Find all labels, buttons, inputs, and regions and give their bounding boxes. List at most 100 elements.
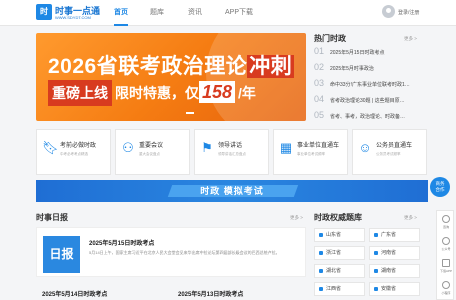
province-tile[interactable]: 湖南省	[369, 264, 420, 278]
card-sub: 中考必考考点精选	[60, 152, 88, 156]
tool-label: 咨询	[442, 225, 449, 229]
feature-title: 2025年5月15日时政考点	[89, 241, 155, 247]
daily-report-icon: 日报	[43, 236, 80, 273]
card-civil-servant[interactable]: ☺ 公务员直通车 公务员考试频率	[352, 129, 427, 175]
province-tile[interactable]: 河南省	[369, 246, 420, 260]
banner-headline-highlight: 冲刺	[247, 55, 295, 78]
side-toolbar: 咨询 公众号 下载APP 小程序	[436, 210, 454, 300]
province-label: 湖南省	[381, 268, 397, 274]
promo-banner[interactable]: 2026省联考政治理论冲刺 重磅上线 限时特惠，仅 158/年	[36, 33, 306, 121]
card-sub: 公务员考试频率	[376, 152, 401, 156]
card-exam-must[interactable]: 🔖︎ 考前必做时政 中考必考考点精选	[36, 129, 111, 175]
card-title: 考前必做时政	[60, 143, 97, 149]
download-app-button[interactable]: 下载APP	[437, 257, 455, 277]
province-tile[interactable]: 山东省	[314, 228, 365, 242]
wechat-icon	[442, 237, 450, 245]
hot-more-link[interactable]: 更多 >	[404, 36, 417, 42]
banner-price: 158	[199, 81, 236, 103]
list-item[interactable]: 02 2025年5月时事政治	[314, 62, 420, 75]
list-index: 03	[314, 78, 325, 88]
province-tile[interactable]: 广东省	[369, 228, 420, 242]
fab-line: 合作	[435, 186, 445, 192]
nav-item-home[interactable]: 首页	[114, 0, 128, 26]
list-text: 2025年5月时事政治	[330, 66, 374, 72]
mini-program-icon	[442, 281, 450, 289]
carousel-indicator[interactable]	[186, 112, 194, 114]
news-link[interactable]: 2025年5月13日时政考点	[178, 289, 243, 298]
province-label: 山东省	[326, 232, 342, 238]
list-index: 05	[314, 110, 325, 120]
banner-unit: /年	[238, 85, 256, 101]
province-label: 广东省	[381, 232, 397, 238]
province-tile[interactable]: 江西省	[314, 282, 365, 296]
chat-icon	[442, 215, 450, 223]
authority-more-link[interactable]: 更多 >	[404, 215, 417, 221]
wechat-button[interactable]: 公众号	[437, 235, 455, 255]
list-text: 省考政治理论30题 | 这些题目原…	[330, 98, 405, 104]
people-icon: ⚇	[122, 140, 134, 155]
tool-label: 下载APP	[439, 269, 452, 273]
province-label: 河南省	[381, 250, 397, 256]
business-cooperation-button[interactable]: 商务 合作	[430, 177, 450, 197]
tool-label: 公众号	[441, 247, 451, 251]
province-label: 浙江省	[326, 250, 342, 256]
mini-program-button[interactable]: 小程序	[437, 279, 455, 299]
banner-sub: 限时特惠，仅	[115, 85, 199, 101]
list-text: 命中33分!广东事业单位联考时政1…	[330, 82, 410, 88]
feature-desc: 5月14日上午，国家主席习近平在北京人民大会堂会见来华出席中拉论坛第四届部长级会…	[89, 250, 280, 255]
province-label: 湖北省	[326, 268, 342, 274]
daily-feature[interactable]: 日报 2025年5月15日时政考点 5月14日上午，国家主席习近平在北京人民大会…	[36, 227, 306, 277]
list-index: 02	[314, 62, 325, 72]
province-tile[interactable]: 浙江省	[314, 246, 365, 260]
card-sub: 重大会议盘点	[139, 152, 160, 156]
province-label: 江西省	[326, 286, 342, 292]
banner-tag: 重磅上线	[48, 80, 112, 106]
login-link[interactable]: 登录/注册	[398, 9, 419, 16]
list-index: 04	[314, 94, 325, 104]
site-logo[interactable]: 时 时事一点通 WWW.SDYDT.COM	[36, 4, 100, 22]
banner-headline-text: 2026省联考政治理论	[48, 55, 248, 78]
list-item[interactable]: 04 省考政治理论30题 | 这些题目原…	[314, 94, 420, 107]
nav-item-news[interactable]: 资讯	[188, 0, 202, 26]
bookmark-icon: 🔖︎	[42, 140, 59, 155]
card-title: 领导讲话	[218, 143, 243, 149]
list-index: 01	[314, 46, 325, 56]
province-grid: 山东省 广东省 浙江省 河南省 湖北省 湖南省 江西省 安徽省	[314, 228, 420, 300]
list-item[interactable]: 03 命中33分!广东事业单位联考时政1…	[314, 78, 420, 91]
logo-url: WWW.SDYDT.COM	[55, 15, 91, 20]
consult-button[interactable]: 咨询	[437, 213, 455, 233]
quick-cards: 🔖︎ 考前必做时政 中考必考考点精选 ⚇ 重要会议 重大会议盘点 ⚑ 领导讲话 …	[36, 129, 428, 175]
list-item[interactable]: 01 2025年5月15日时政考点	[314, 46, 420, 59]
card-title: 公务员直通车	[376, 143, 413, 149]
mock-exam-banner[interactable]: 时政 模拟考试	[36, 180, 428, 202]
news-link[interactable]: 2025年5月14日时政考点	[42, 289, 107, 298]
app-icon	[442, 259, 450, 267]
user-icon: ☺	[358, 140, 372, 155]
avatar[interactable]	[382, 5, 395, 18]
daily-title: 时事日报	[36, 213, 68, 222]
logo-badge: 时	[36, 4, 52, 20]
province-tile[interactable]: 安徽省	[369, 282, 420, 296]
top-nav: 时 时事一点通 WWW.SDYDT.COM 首页 题库 资讯 APP下载 登录/…	[0, 0, 456, 26]
banner-offer: 重磅上线 限时特惠，仅 158/年	[48, 80, 256, 106]
flag-icon: ⚑	[201, 140, 213, 155]
list-item[interactable]: 05 省考、事考，政治理论、时政备…	[314, 110, 420, 123]
tool-label: 小程序	[441, 291, 451, 295]
card-public-institution[interactable]: ▦ 事业单位直通车 事业单位考试频率	[273, 129, 348, 175]
building-icon: ▦	[279, 140, 293, 155]
card-sub: 领导讲话汇总盘点	[218, 152, 246, 156]
province-tile[interactable]: 湖北省	[314, 264, 365, 278]
fab-line: 商务	[435, 181, 445, 186]
nav-item-app-download[interactable]: APP下载	[225, 0, 253, 26]
nav-item-question-bank[interactable]: 题库	[150, 0, 164, 26]
card-sub: 事业单位考试频率	[297, 152, 325, 156]
card-meetings[interactable]: ⚇ 重要会议 重大会议盘点	[115, 129, 190, 175]
authority-title: 时政权威题库	[314, 213, 362, 222]
card-title: 重要会议	[139, 143, 164, 149]
daily-more-link[interactable]: 更多 >	[290, 215, 303, 221]
hot-title: 热门时政	[314, 34, 346, 43]
list-text: 省考、事考，政治理论、时政备…	[330, 114, 406, 120]
province-label: 安徽省	[381, 286, 397, 292]
card-speeches[interactable]: ⚑ 领导讲话 领导讲话汇总盘点	[194, 129, 269, 175]
list-text: 2025年5月15日时政考点	[330, 50, 385, 56]
